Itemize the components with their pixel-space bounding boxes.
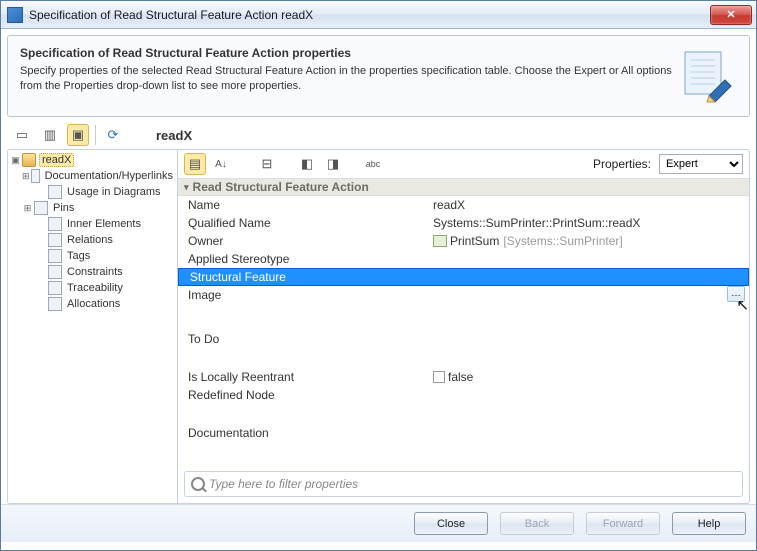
prop-locally-reentrant[interactable]: Is Locally Reentrant false: [178, 368, 749, 386]
checkbox-icon[interactable]: [433, 371, 445, 383]
help-button[interactable]: Help: [672, 512, 746, 535]
spacer-row-3: [178, 404, 749, 424]
tree-item-traceability[interactable]: Traceability: [8, 280, 177, 296]
close-button[interactable]: Close: [414, 512, 488, 535]
tree-item-relations[interactable]: Relations: [8, 232, 177, 248]
properties-mode-label: Properties:: [593, 157, 651, 171]
header-description: Specify properties of the selected Read …: [20, 64, 677, 94]
tree-item-pins[interactable]: ⊞Pins: [8, 200, 177, 216]
prop-redefined-node[interactable]: Redefined Node: [178, 386, 749, 404]
tree-item-usage[interactable]: Usage in Diagrams: [8, 184, 177, 200]
toolbar-button-3[interactable]: ▣: [67, 124, 89, 146]
body-panel: ▣readX ⊞Documentation/Hyperlinks Usage i…: [7, 149, 750, 504]
property-grid: Name readX Qualified Name Systems::SumPr…: [178, 196, 749, 465]
refresh-button[interactable]: ⟳: [102, 124, 124, 146]
page-title: readX: [156, 128, 192, 143]
search-icon: [191, 477, 205, 491]
toolbar-button-1[interactable]: ▭: [11, 124, 33, 146]
tree-view[interactable]: ▣readX ⊞Documentation/Hyperlinks Usage i…: [8, 150, 178, 503]
toolbar-button-2[interactable]: ▥: [39, 124, 61, 146]
titlebar: Specification of Read Structural Feature…: [1, 1, 756, 29]
grid-btn-categorized[interactable]: ▤: [184, 153, 206, 175]
window-title: Specification of Read Structural Feature…: [29, 8, 710, 22]
header-panel: Specification of Read Structural Feature…: [7, 35, 750, 117]
spacer-row-2: [178, 348, 749, 368]
prop-name[interactable]: Name readX: [178, 196, 749, 214]
tree-item-documentation[interactable]: ⊞Documentation/Hyperlinks: [8, 168, 177, 184]
cursor-icon: ↖: [736, 296, 749, 314]
tree-item-constraints[interactable]: Constraints: [8, 264, 177, 280]
toolbar-separator: [95, 125, 96, 145]
window-close-button[interactable]: ✕: [710, 5, 752, 25]
tree-item-inner[interactable]: Inner Elements: [8, 216, 177, 232]
owner-icon: [433, 235, 447, 247]
grid-btn-sort[interactable]: A↓: [210, 153, 232, 175]
prop-documentation[interactable]: Documentation: [178, 424, 749, 442]
footer: Close Back Forward Help: [1, 504, 756, 542]
grid-btn-6[interactable]: abc: [362, 153, 384, 175]
prop-image[interactable]: Image: [178, 286, 749, 304]
tree-item-tags[interactable]: Tags: [8, 248, 177, 264]
grid-btn-expand[interactable]: ⊟: [256, 153, 278, 175]
properties-pane: ▤ A↓ ⊟ ◧ ◨ abc Properties: Expert ▾Read …: [178, 150, 749, 503]
grid-btn-5[interactable]: ◨: [322, 153, 344, 175]
grid-btn-4[interactable]: ◧: [296, 153, 318, 175]
left-toolbar: ▭ ▥ ▣ ⟳ readX: [1, 121, 756, 149]
tree-item-allocations[interactable]: Allocations: [8, 296, 177, 312]
spacer-row: [178, 304, 749, 330]
filter-bar[interactable]: Type here to filter properties: [184, 471, 743, 497]
header-title: Specification of Read Structural Feature…: [20, 46, 677, 60]
properties-mode-select[interactable]: Expert: [659, 154, 743, 174]
prop-qualified-name[interactable]: Qualified Name Systems::SumPrinter::Prin…: [178, 214, 749, 232]
header-illustration: [677, 46, 737, 106]
forward-button[interactable]: Forward: [586, 512, 660, 535]
back-button[interactable]: Back: [500, 512, 574, 535]
property-group-label: Read Structural Feature Action: [193, 180, 369, 194]
property-group-header[interactable]: ▾Read Structural Feature Action: [178, 178, 749, 196]
prop-owner[interactable]: Owner PrintSum [Systems::SumPrinter]: [178, 232, 749, 250]
prop-structural-feature[interactable]: ▶ Structural Feature: [178, 268, 749, 286]
tree-root-label: readX: [39, 153, 74, 167]
tree-root[interactable]: ▣readX: [8, 152, 177, 168]
prop-todo[interactable]: To Do: [178, 330, 749, 348]
prop-applied-stereotype[interactable]: Applied Stereotype: [178, 250, 749, 268]
filter-placeholder: Type here to filter properties: [209, 477, 358, 491]
grid-toolbar: ▤ A↓ ⊟ ◧ ◨ abc Properties: Expert: [178, 150, 749, 178]
app-icon: [7, 7, 23, 23]
